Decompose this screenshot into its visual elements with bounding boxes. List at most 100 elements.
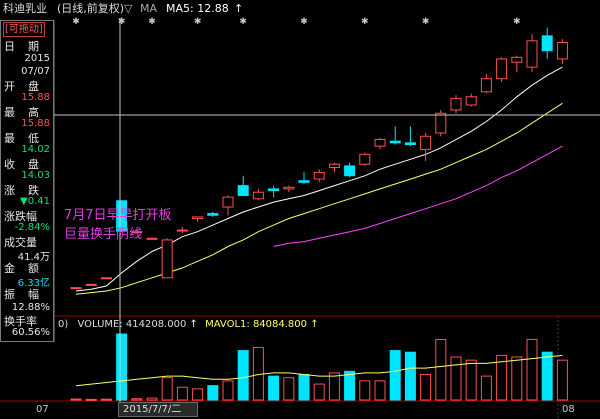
event-star-icon[interactable]: ✱ xyxy=(300,17,308,27)
candle-body[interactable] xyxy=(146,237,158,240)
candle-body[interactable] xyxy=(541,35,553,52)
candle-body[interactable] xyxy=(298,180,310,183)
candle-body[interactable] xyxy=(556,41,568,60)
close-value: 14.03 xyxy=(21,170,50,181)
volume-value-text: VOLUME: 414208.000 xyxy=(77,319,187,330)
pct-value: -2.84% xyxy=(14,222,50,233)
event-star-icon[interactable]: ✱ xyxy=(422,17,430,27)
volume-bar[interactable] xyxy=(344,370,356,401)
volume-bar[interactable] xyxy=(237,350,249,401)
candle-body[interactable] xyxy=(496,58,508,80)
candle-body[interactable] xyxy=(161,239,173,279)
event-star-icon[interactable]: ✱ xyxy=(361,17,369,27)
dropdown-arrow-icon[interactable]: ▽ xyxy=(124,0,132,18)
candle-body[interactable] xyxy=(313,171,325,180)
volume-bar[interactable] xyxy=(161,377,173,401)
volume-bar[interactable] xyxy=(192,388,204,401)
volume-bar[interactable] xyxy=(465,359,477,401)
volume-bar[interactable] xyxy=(420,374,432,401)
cursor-date-label: 2015/7/7/二 xyxy=(118,402,198,417)
candle-body[interactable] xyxy=(222,196,234,208)
volume-bar[interactable] xyxy=(70,398,82,401)
candle-body[interactable] xyxy=(268,188,280,192)
candle-body[interactable] xyxy=(404,142,416,145)
event-star-icon[interactable]: ✱ xyxy=(194,17,202,27)
volume-bar[interactable] xyxy=(541,351,553,401)
candle-body[interactable] xyxy=(85,283,97,286)
ma5-up-arrow-icon: ↑ xyxy=(234,2,244,15)
volume-bar[interactable] xyxy=(404,351,416,401)
volume-bar[interactable] xyxy=(298,374,310,401)
mavol-value-text: MAVOL1: 84084.800 xyxy=(205,319,308,330)
candle-body[interactable] xyxy=(344,165,356,177)
volume-arrow-icon: ↑ xyxy=(189,319,198,330)
candle-body[interactable] xyxy=(192,216,204,220)
event-star-icon[interactable]: ✱ xyxy=(148,17,156,27)
volume-bar[interactable] xyxy=(222,380,234,401)
draggable-badge[interactable]: [可拖动] xyxy=(3,22,45,37)
volume-bar[interactable] xyxy=(526,338,538,401)
event-star-icon[interactable]: ✱ xyxy=(118,17,126,27)
volume-bar[interactable] xyxy=(389,350,401,401)
candle-body[interactable] xyxy=(450,97,462,111)
high-value: 15.88 xyxy=(21,118,50,129)
chart-header: 科迪乳业 (日线,前复权) ▽ MA MA5: 12.88 ↑ xyxy=(0,0,600,18)
candle-body[interactable] xyxy=(465,96,477,106)
volume-bar[interactable] xyxy=(131,398,143,401)
stock-name[interactable]: 科迪乳业 xyxy=(3,0,47,18)
period-label[interactable]: (日线,前复权) xyxy=(57,0,124,18)
volume-bar[interactable] xyxy=(556,359,568,401)
volume-bar[interactable] xyxy=(100,398,112,401)
candle-body[interactable] xyxy=(374,139,386,147)
candle-body[interactable] xyxy=(176,229,188,232)
ma5-value: MA5: 12.88 xyxy=(166,2,229,15)
candle-body[interactable] xyxy=(420,135,432,150)
open-value: 15.88 xyxy=(21,92,50,103)
volume-bar[interactable] xyxy=(176,386,188,401)
candle-body[interactable] xyxy=(435,112,447,134)
candle-body[interactable] xyxy=(389,140,401,144)
low-value: 14.02 xyxy=(21,144,50,155)
volume-bar[interactable] xyxy=(374,380,386,401)
annotation-line-2: 巨量换手阴线 xyxy=(64,227,143,242)
volume-bar[interactable] xyxy=(511,356,523,401)
volume-panel-prefix: 0) xyxy=(58,319,69,330)
candle-body[interactable] xyxy=(70,287,82,290)
event-star-icon[interactable]: ✱ xyxy=(72,17,80,27)
candle-body[interactable] xyxy=(480,78,492,93)
volume-bar[interactable] xyxy=(268,375,280,401)
candle-body[interactable] xyxy=(207,213,219,216)
stock-chart-window: ✱ ✱ ✱ ✱ ✱ ✱ ✱ ✱ ✱ 科迪乳业 (日线,前复权) ▽ MA MA5: 12.88 … xyxy=(0,0,600,419)
candle-body[interactable] xyxy=(359,153,371,165)
change-value: ▼0.41 xyxy=(20,196,50,207)
ma10-line xyxy=(75,102,563,295)
candle-body[interactable] xyxy=(252,191,264,200)
turnover-value: 60.56% xyxy=(11,327,50,338)
event-star-icon[interactable]: ✱ xyxy=(239,17,247,27)
volume-bar[interactable] xyxy=(313,383,325,401)
candle-body[interactable] xyxy=(328,163,340,169)
volume-bar[interactable] xyxy=(283,377,295,401)
candle-body[interactable] xyxy=(511,56,523,63)
volume-bar[interactable] xyxy=(480,375,492,401)
volume-panel-header: 0) VOLUME: 414208.000 ↑ MAVOL1: 84084.80… xyxy=(58,319,319,330)
quote-info-panel: [可拖动] 日 期 2015 07/07 开 盘 15.88 最 高 15.88… xyxy=(0,20,54,342)
volume-bar[interactable] xyxy=(450,356,462,401)
volume-bar[interactable] xyxy=(207,385,219,401)
volume-bar[interactable] xyxy=(435,338,447,401)
volume-bar[interactable] xyxy=(85,398,97,401)
candle-body[interactable] xyxy=(100,277,112,280)
candle-body[interactable] xyxy=(237,185,249,197)
volume-bar[interactable] xyxy=(116,333,128,401)
volume-bar[interactable] xyxy=(359,380,371,401)
ma-indicator-label: MA xyxy=(140,2,158,15)
event-star-icon[interactable]: ✱ xyxy=(513,17,521,27)
annotation-line-1: 7月7日早早打开板 xyxy=(64,208,172,223)
date-label: 日 期 xyxy=(4,40,40,53)
candle-body[interactable] xyxy=(283,186,295,190)
amplitude-label: 振 幅 xyxy=(4,288,40,301)
candle-body[interactable] xyxy=(526,40,538,68)
date-year: 2015 xyxy=(24,53,50,64)
volume-bar[interactable] xyxy=(146,397,158,401)
volume-bar[interactable] xyxy=(328,372,340,401)
